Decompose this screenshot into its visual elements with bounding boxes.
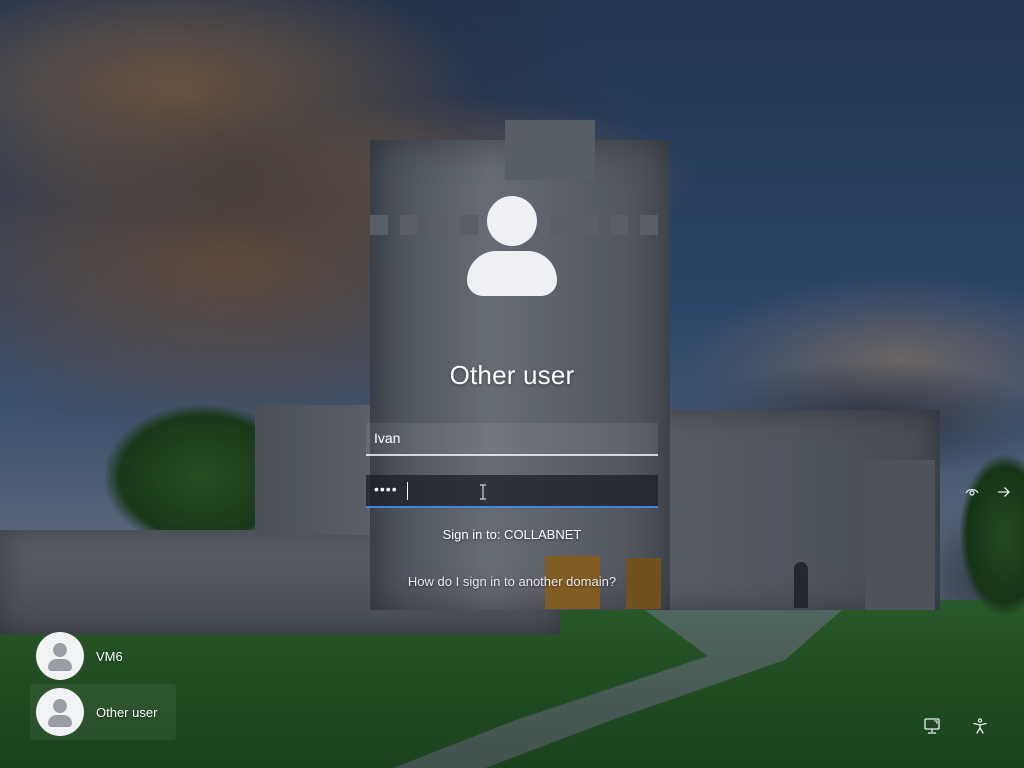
text-caret bbox=[407, 482, 408, 500]
user-title: Other user bbox=[449, 360, 575, 390]
user-item-name: VM6 bbox=[96, 649, 123, 664]
user-switcher-list: VM6 Other user bbox=[30, 628, 180, 740]
other-domain-link[interactable]: How do I sign in to another domain? bbox=[0, 574, 1024, 589]
user-item-vm6[interactable]: VM6 bbox=[30, 628, 176, 684]
sign-in-domain-label: Sign in to: COLLABNET bbox=[442, 527, 582, 542]
user-item-name: Other user bbox=[96, 705, 158, 720]
network-button[interactable] bbox=[920, 714, 944, 738]
submit-sign-in-button[interactable] bbox=[992, 481, 1016, 503]
user-item-other-user[interactable]: Other user bbox=[30, 684, 176, 740]
password-field[interactable]: •••• bbox=[366, 475, 1010, 508]
accessibility-icon bbox=[973, 718, 987, 734]
avatar bbox=[36, 688, 84, 736]
username-field[interactable]: Ivan bbox=[366, 423, 658, 456]
password-mask: •••• bbox=[374, 481, 398, 497]
user-avatar-large bbox=[467, 196, 557, 298]
text-cursor-icon bbox=[480, 484, 486, 500]
network-icon bbox=[924, 718, 940, 734]
reveal-password-button[interactable] bbox=[962, 483, 982, 501]
accessibility-button[interactable] bbox=[968, 714, 992, 738]
username-value: Ivan bbox=[374, 430, 401, 446]
arrow-right-icon bbox=[998, 487, 1010, 497]
eye-icon bbox=[965, 489, 979, 496]
avatar bbox=[36, 632, 84, 680]
